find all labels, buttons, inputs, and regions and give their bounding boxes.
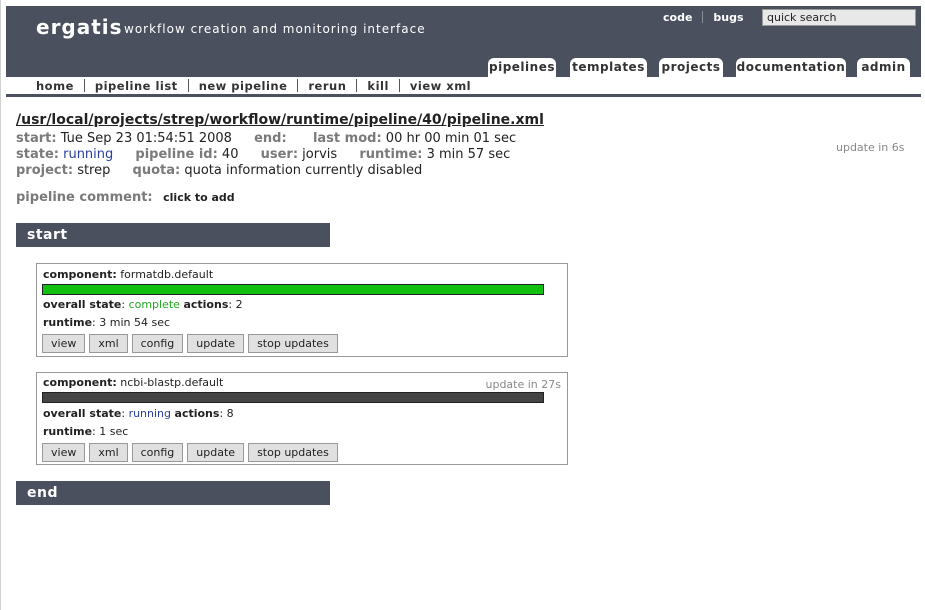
component-label: component:: [43, 268, 117, 281]
component-progress-fill: [43, 285, 543, 294]
config-button[interactable]: config: [131, 334, 184, 353]
tab-pipelines[interactable]: pipelines: [488, 58, 556, 77]
logo[interactable]: ergatis: [36, 15, 123, 39]
overall-state-label: overall state: [43, 407, 122, 420]
end-label: end:: [254, 131, 287, 146]
top-links: code bugs: [663, 11, 744, 24]
tab-admin[interactable]: admin: [857, 58, 910, 77]
nav-separator: [297, 79, 299, 92]
nav-separator: [356, 79, 358, 92]
overall-state-value: complete: [128, 298, 180, 311]
tab-projects[interactable]: projects: [659, 58, 723, 77]
nav-separator: [187, 79, 189, 92]
component-name-row: component: formatdb.default: [43, 268, 213, 281]
view-button[interactable]: view: [42, 443, 86, 462]
component-runtime-value: 3 min 54 sec: [99, 316, 171, 329]
component-panel: component: ncbi-blastp.default update in…: [36, 372, 568, 465]
quota-label: quota:: [132, 163, 181, 178]
user-label: user:: [260, 147, 299, 162]
actions-label: actions: [174, 407, 220, 420]
project-label: project:: [16, 163, 74, 178]
component-runtime-value: 1 sec: [99, 425, 129, 438]
component-update-countdown: update in 27s: [485, 378, 561, 391]
pipeline-times: start: Tue Sep 23 01:54:51 2008 end: las…: [16, 131, 516, 146]
component-state-row: overall state: running actions: 8: [43, 407, 234, 420]
comment-add-link[interactable]: click to add: [163, 191, 235, 204]
header: ergatis workflow creation and monitoring…: [6, 6, 921, 77]
component-progress-bar: [42, 392, 544, 403]
component-runtime-row: runtime: 1 sec: [43, 425, 129, 438]
runtime-label: runtime:: [359, 147, 423, 162]
stop-updates-button[interactable]: stop updates: [248, 334, 338, 353]
state-label: state:: [16, 147, 59, 162]
nav-separator: [398, 79, 400, 92]
component-runtime-row: runtime: 3 min 54 sec: [43, 316, 171, 329]
pipeline-id-label: pipeline id:: [135, 147, 218, 162]
tab-documentation[interactable]: documentation: [736, 58, 846, 77]
subnav-divider: [6, 94, 921, 97]
actions-value: 2: [235, 298, 243, 311]
nav-pipeline-list[interactable]: pipeline list: [95, 79, 178, 93]
overall-state-label: overall state: [43, 298, 122, 311]
component-buttons: view xml config update stop updates: [42, 332, 342, 353]
tagline: workflow creation and monitoring interfa…: [124, 22, 426, 36]
component-state-row: overall state: complete actions: 2: [43, 298, 243, 311]
xml-button[interactable]: xml: [89, 443, 128, 462]
stop-updates-button[interactable]: stop updates: [248, 443, 338, 462]
comment-label: pipeline comment:: [16, 190, 153, 205]
xml-button[interactable]: xml: [89, 334, 128, 353]
sub-navigation: home pipeline list new pipeline rerun kill vi…: [36, 79, 471, 93]
quick-search-input[interactable]: [762, 9, 916, 26]
nav-separator: [83, 79, 85, 92]
runtime-value: 3 min 57 sec: [426, 147, 511, 162]
component-runtime-label: runtime: [43, 425, 93, 438]
code-link[interactable]: code: [663, 11, 692, 24]
quota-value: quota information currently disabled: [184, 163, 423, 178]
pipeline-id-value: 40: [221, 147, 239, 162]
component-label: component:: [43, 376, 117, 389]
nav-new-pipeline[interactable]: new pipeline: [199, 79, 288, 93]
update-button[interactable]: update: [187, 443, 245, 462]
overall-state-value: running: [128, 407, 172, 420]
pipeline-path-link[interactable]: /usr/local/projects/strep/workflow/runti…: [16, 112, 544, 128]
page-left-border: [0, 0, 1, 610]
component-buttons: view xml config update stop updates: [42, 441, 342, 462]
actions-label: actions: [183, 298, 229, 311]
component-name: ncbi-blastp.default: [120, 376, 224, 389]
user-value: jorvis: [302, 147, 338, 162]
tab-templates[interactable]: templates: [570, 58, 647, 77]
component-name: formatdb.default: [120, 268, 214, 281]
section-start: start: [16, 223, 330, 247]
pipeline-update-countdown: update in 6s: [836, 141, 905, 154]
pipeline-status: state: running pipeline id: 40 user: jor…: [16, 147, 510, 162]
nav-kill[interactable]: kill: [367, 79, 388, 93]
component-panel: component: formatdb.default overall stat…: [36, 263, 568, 357]
component-runtime-label: runtime: [43, 316, 93, 329]
component-progress-fill: [43, 393, 543, 402]
config-button[interactable]: config: [131, 443, 184, 462]
top-links-separator: [702, 11, 704, 23]
nav-rerun[interactable]: rerun: [308, 79, 346, 93]
bugs-link[interactable]: bugs: [713, 11, 743, 24]
actions-value: 8: [226, 407, 234, 420]
nav-home[interactable]: home: [36, 79, 74, 93]
nav-view-xml[interactable]: view xml: [410, 79, 471, 93]
view-button[interactable]: view: [42, 334, 86, 353]
pipeline-project: project: strep quota: quota information …: [16, 163, 422, 178]
section-end: end: [16, 481, 330, 505]
start-value: Tue Sep 23 01:54:51 2008: [60, 131, 232, 146]
last-mod-value: 00 hr 00 min 01 sec: [385, 131, 517, 146]
component-progress-bar: [42, 284, 544, 295]
start-label: start:: [16, 131, 57, 146]
component-name-row: component: ncbi-blastp.default: [43, 376, 223, 389]
last-mod-label: last mod:: [312, 131, 382, 146]
project-value: strep: [77, 163, 111, 178]
pipeline-comment: pipeline comment: click to add: [16, 190, 235, 205]
state-value: running: [63, 147, 114, 162]
update-button[interactable]: update: [187, 334, 245, 353]
